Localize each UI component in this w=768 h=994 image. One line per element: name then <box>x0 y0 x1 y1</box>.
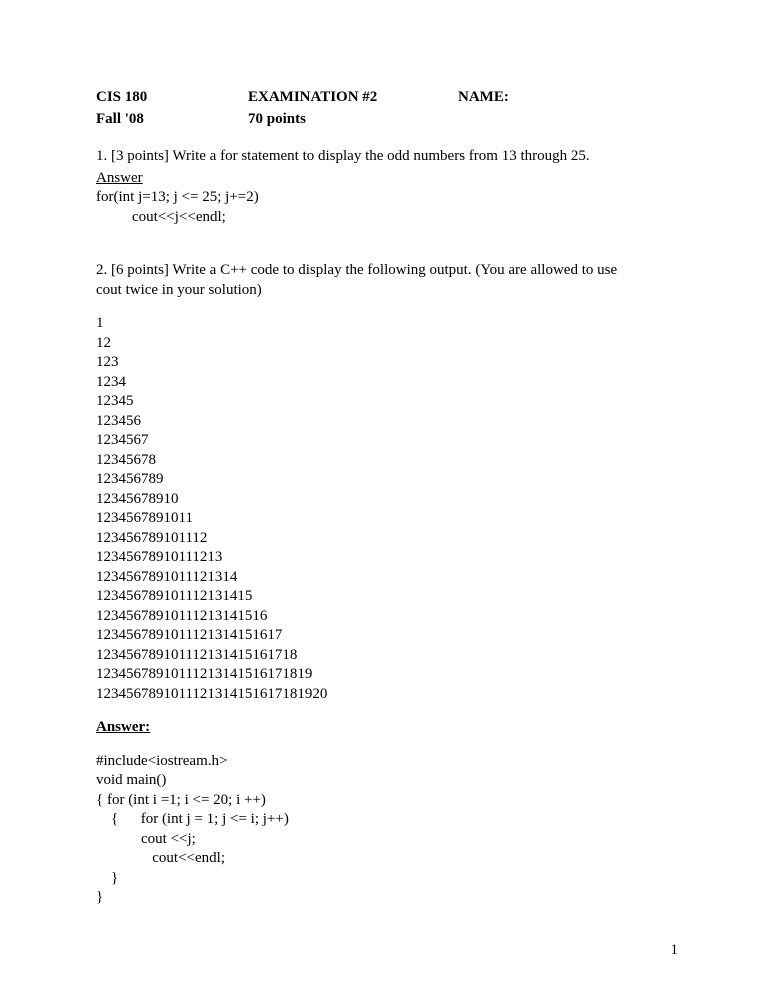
code-line: { for (int i =1; i <= 20; i ++) <box>96 791 676 811</box>
question-2-prompt-line2: cout twice in your solution) <box>96 281 676 301</box>
q1-code-line1: for(int j=13; j <= 25; j+=2) <box>96 188 676 208</box>
code-line: { for (int j = 1; j <= i; j++) <box>96 810 676 830</box>
output-line: 1234567891011121314151617 <box>96 626 676 646</box>
output-line: 1234567891011121314 <box>96 568 676 588</box>
output-line: 123456789101112 <box>96 529 676 549</box>
code-line: cout<<endl; <box>96 849 676 869</box>
output-line: 12345678910 <box>96 490 676 510</box>
answer-label-1: Answer <box>96 169 676 189</box>
output-line: 12345678910111213141516 <box>96 607 676 627</box>
question-2-prompt-line1: 2. [6 points] Write a C++ code to displa… <box>96 261 676 281</box>
code-line: } <box>96 869 676 889</box>
header-row-2: Fall '08 70 points <box>96 110 676 130</box>
q2-output-block: 1 12 123 1234 12345 123456 1234567 12345… <box>96 314 676 704</box>
q1-code-line2: cout<<j<<endl; <box>96 208 676 228</box>
output-line: 1234567891011 <box>96 509 676 529</box>
output-line: 12 <box>96 334 676 354</box>
answer-label-2: Answer: <box>96 718 676 738</box>
points: 70 points <box>248 110 306 130</box>
code-line: } <box>96 888 676 908</box>
output-line: 1234567891011121314151617181920 <box>96 685 676 705</box>
output-line: 123456789101112131415161718 <box>96 646 676 666</box>
output-line: 12345678910111213 <box>96 548 676 568</box>
output-line: 123456789101112131415 <box>96 587 676 607</box>
page-number: 1 <box>671 941 679 961</box>
code-line: void main() <box>96 771 676 791</box>
output-line: 1234567 <box>96 431 676 451</box>
output-line: 12345678910111213141516171819 <box>96 665 676 685</box>
code-line: #include<iostream.h> <box>96 752 676 772</box>
output-line: 123456 <box>96 412 676 432</box>
name-label: NAME: <box>458 88 509 108</box>
output-line: 1234 <box>96 373 676 393</box>
output-line: 12345 <box>96 392 676 412</box>
course-code: CIS 180 <box>96 88 248 108</box>
code-line: cout <<j; <box>96 830 676 850</box>
output-line: 1 <box>96 314 676 334</box>
output-line: 12345678 <box>96 451 676 471</box>
output-line: 123456789 <box>96 470 676 490</box>
exam-title: EXAMINATION #2 <box>248 88 458 108</box>
question-1-prompt: 1. [3 points] Write a for statement to d… <box>96 147 676 167</box>
header-row-1: CIS 180 EXAMINATION #2 NAME: <box>96 88 676 108</box>
output-line: 123 <box>96 353 676 373</box>
page-content: CIS 180 EXAMINATION #2 NAME: Fall '08 70… <box>0 0 768 908</box>
term: Fall '08 <box>96 110 248 130</box>
q2-code-block: #include<iostream.h> void main() { for (… <box>96 752 676 908</box>
